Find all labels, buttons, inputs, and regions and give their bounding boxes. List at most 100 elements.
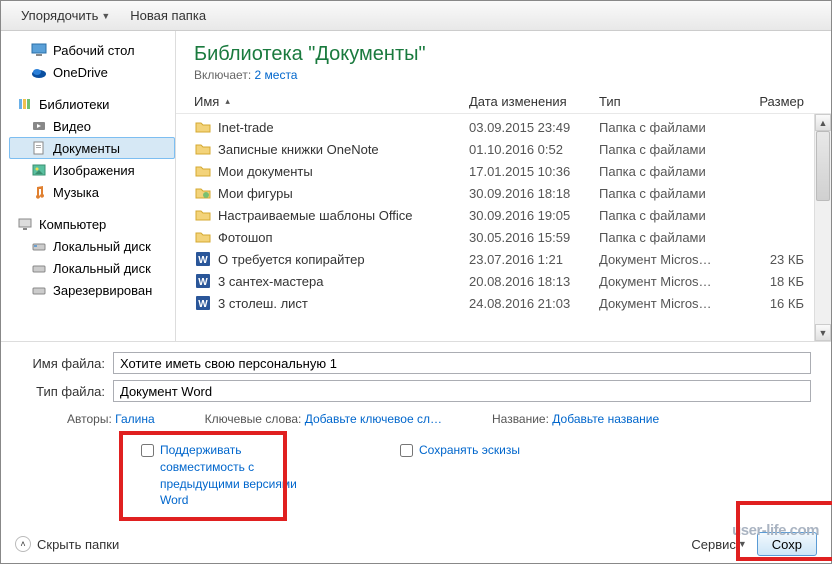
file-type: Папка с файлами [599, 208, 744, 223]
new-folder-button[interactable]: Новая папка [120, 4, 216, 27]
compat-checkbox[interactable] [141, 444, 154, 457]
thumbs-checkbox-group: Сохранять эскизы [400, 442, 520, 459]
sidebar-item-desktop[interactable]: Рабочий стол [9, 39, 175, 61]
file-name: Настраиваемые шаблоны Office [218, 208, 412, 223]
includes-link[interactable]: 2 места [255, 68, 298, 82]
file-name: 3 сантех-мастера [218, 274, 324, 289]
thumbs-checkbox[interactable] [400, 444, 413, 457]
file-row[interactable]: Записные книжки OneNote01.10.2016 0:52Па… [176, 138, 831, 160]
column-headers: Имя ▴ Дата изменения Тип Размер [176, 90, 831, 114]
file-type: Папка с файлами [599, 142, 744, 157]
file-name: Мои документы [218, 164, 313, 179]
organize-button[interactable]: Упорядочить ▼ [11, 4, 120, 27]
word-icon: W [194, 272, 212, 290]
onedrive-icon [31, 64, 47, 80]
sidebar-item-label: Изображения [53, 163, 135, 178]
authors-value[interactable]: Галина [115, 412, 155, 426]
sidebar-item-drive-1[interactable]: Локальный диск [9, 257, 175, 279]
folder-icon [194, 162, 212, 180]
file-date: 23.07.2016 1:21 [469, 252, 599, 267]
doc-title-value[interactable]: Добавьте название [552, 412, 659, 426]
drive-icon [31, 260, 47, 276]
sidebar-item-label: Документы [53, 141, 120, 156]
sidebar-item-label: Музыка [53, 185, 99, 200]
word-icon: W [194, 250, 212, 268]
file-type: Папка с файлами [599, 120, 744, 135]
file-row[interactable]: Фотошоп 30.05.2016 15:59Папка с файлами [176, 226, 831, 248]
tags-value[interactable]: Добавьте ключевое сл… [305, 412, 442, 426]
sidebar-item-video[interactable]: Видео [9, 115, 175, 137]
file-name: Inet-trade [218, 120, 274, 135]
scrollbar[interactable]: ▲ ▼ [814, 114, 831, 341]
file-size: 23 КБ [744, 252, 804, 267]
tools-button[interactable]: Сервис ▼ [691, 537, 746, 552]
col-size[interactable]: Размер [744, 94, 804, 109]
scroll-up-button[interactable]: ▲ [815, 114, 831, 131]
svg-text:W: W [198, 255, 208, 266]
hide-folders-button[interactable]: ˄ Скрыть папки [15, 536, 119, 552]
file-name: Мои фигуры [218, 186, 293, 201]
sidebar-item-label: Рабочий стол [53, 43, 135, 58]
filetype-combo[interactable] [113, 380, 811, 402]
authors-label: Авторы: [67, 412, 112, 426]
sidebar-item-onedrive[interactable]: OneDrive [9, 61, 175, 83]
drive-icon [31, 238, 47, 254]
file-name: 3 столеш. лист [218, 296, 308, 311]
filename-label: Имя файла: [21, 356, 113, 371]
chevron-down-icon: ▼ [738, 539, 747, 549]
save-fields: Имя файла: Тип файла: Авторы: Галина Клю… [1, 341, 831, 533]
file-row[interactable]: W3 столеш. лист24.08.2016 21:03Документ … [176, 292, 831, 314]
thumbs-label[interactable]: Сохранять эскизы [419, 442, 520, 459]
sidebar-item-documents[interactable]: Документы [9, 137, 175, 159]
chevron-down-icon: ▼ [101, 11, 110, 21]
file-name: Фотошоп [218, 230, 273, 245]
sidebar-item-label: Локальный диск [53, 239, 151, 254]
libraries-icon [17, 96, 33, 112]
chevron-up-icon: ˄ [15, 536, 31, 552]
file-date: 03.09.2015 23:49 [469, 120, 599, 135]
file-type: Документ Micros… [599, 274, 744, 289]
file-date: 17.01.2015 10:36 [469, 164, 599, 179]
sidebar-item-drive-0[interactable]: Локальный диск [9, 235, 175, 257]
file-row[interactable]: W3 сантех-мастера20.08.2016 18:13Докумен… [176, 270, 831, 292]
sidebar-item-drive-2[interactable]: Зарезервирован [9, 279, 175, 301]
includes-label: Включает: [194, 68, 251, 82]
file-type: Документ Micros… [599, 252, 744, 267]
file-row[interactable]: Inet-trade 03.09.2015 23:49Папка с файлам… [176, 116, 831, 138]
tags-label: Ключевые слова: [205, 412, 302, 426]
sidebar-group-computer[interactable]: Компьютер [9, 213, 175, 235]
svg-text:W: W [198, 299, 208, 310]
col-type[interactable]: Тип [599, 94, 744, 109]
scroll-thumb[interactable] [816, 131, 830, 201]
sort-indicator-icon: ▴ [225, 96, 230, 107]
sidebar-item-label: Компьютер [39, 217, 106, 232]
sidebar-group-libraries[interactable]: Библиотеки [9, 93, 175, 115]
bottom-bar: ˄ Скрыть папки Сервис ▼ Сохр [1, 525, 831, 563]
col-date[interactable]: Дата изменения [469, 94, 599, 109]
col-name[interactable]: Имя ▴ [194, 94, 469, 109]
file-row[interactable]: Настраиваемые шаблоны Office30.09.2016 1… [176, 204, 831, 226]
file-size: 16 КБ [744, 296, 804, 311]
video-icon [31, 118, 47, 134]
file-type: Папка с файлами [599, 186, 744, 201]
file-row[interactable]: Мои фигуры30.09.2016 18:18Папка с файлам… [176, 182, 831, 204]
file-type: Папка с файлами [599, 230, 744, 245]
file-row[interactable]: Мои документы 17.01.2015 10:36Папка с фай… [176, 160, 831, 182]
sidebar-item-music[interactable]: Музыка [9, 181, 175, 203]
file-row[interactable]: WО требуется копирайтер23.07.2016 1:21До… [176, 248, 831, 270]
metadata-row: Авторы: Галина Ключевые слова: Добавьте … [21, 408, 811, 430]
svg-text:W: W [198, 277, 208, 288]
content-header: Библиотека "Документы" Включает: 2 места [176, 31, 831, 90]
filename-input[interactable] [113, 352, 811, 374]
save-button[interactable]: Сохр [757, 532, 817, 556]
file-date: 01.10.2016 0:52 [469, 142, 599, 157]
file-date: 30.05.2016 15:59 [469, 230, 599, 245]
folder-sp-icon [194, 184, 212, 202]
doc-title-label: Название: [492, 412, 549, 426]
compat-label[interactable]: Поддерживать совместимость с предыдущими… [160, 442, 310, 509]
file-date: 24.08.2016 21:03 [469, 296, 599, 311]
scroll-down-button[interactable]: ▼ [815, 324, 831, 341]
sidebar-item-pictures[interactable]: Изображения [9, 159, 175, 181]
file-type: Папка с файлами [599, 164, 744, 179]
filetype-label: Тип файла: [21, 384, 113, 399]
